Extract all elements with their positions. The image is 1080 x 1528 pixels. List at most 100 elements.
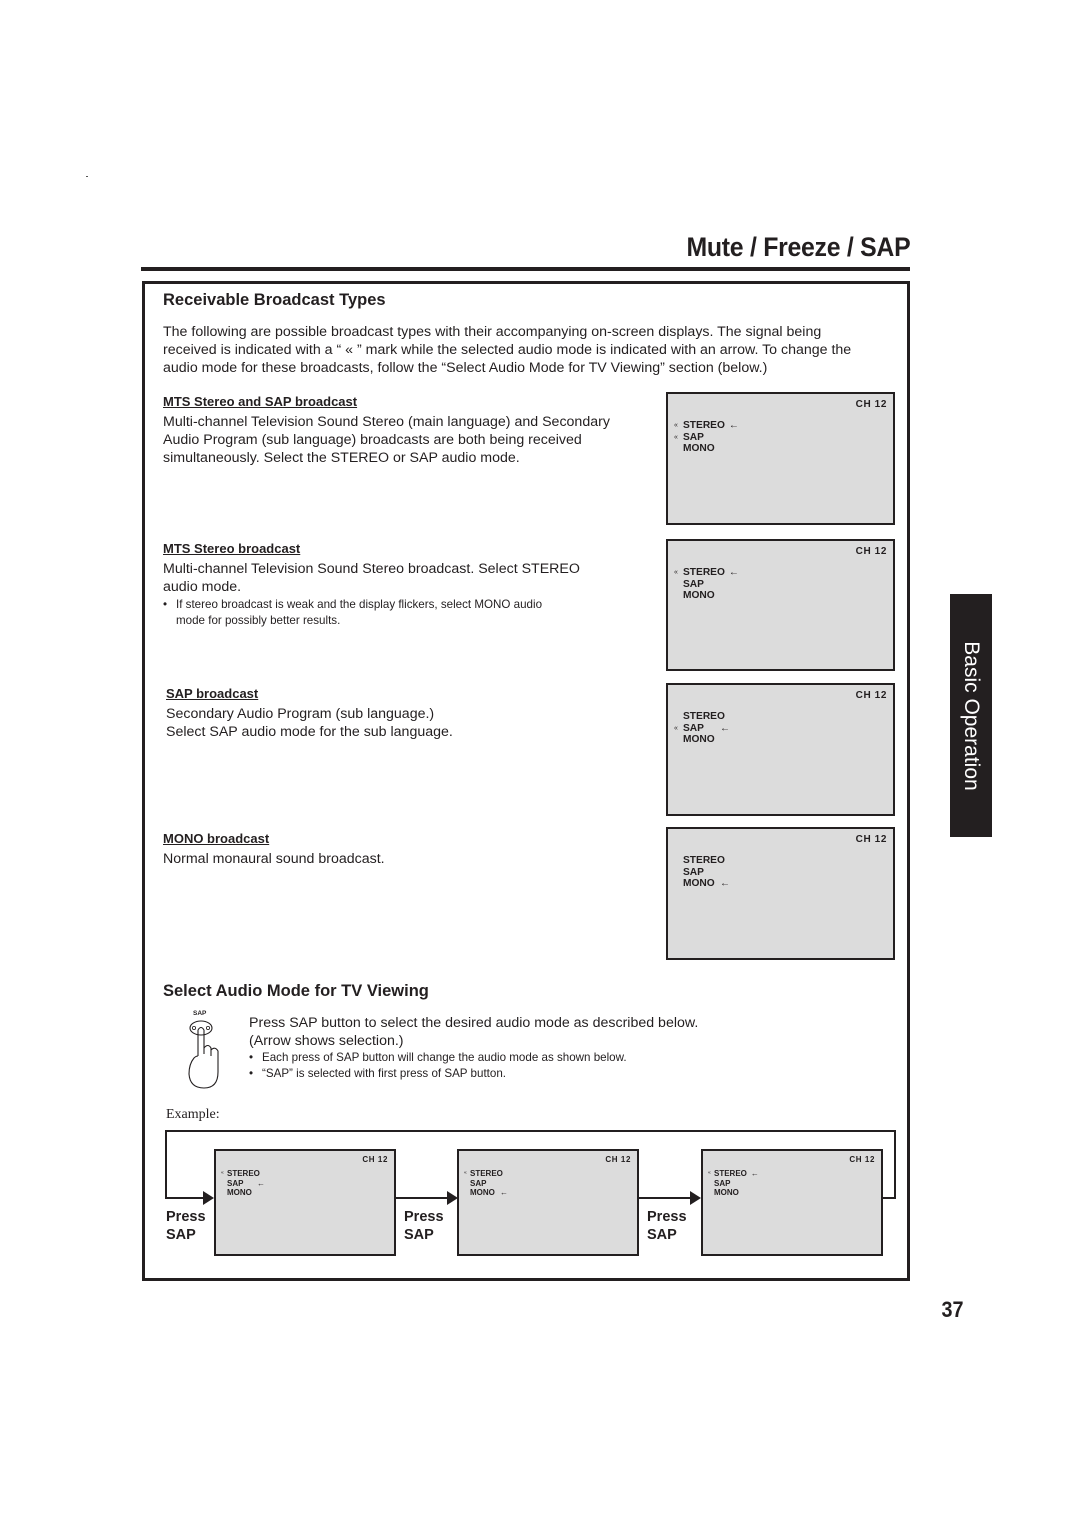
press-sap-label: Press SAP: [404, 1208, 444, 1244]
selection-arrow-icon: ←: [257, 1178, 265, 1188]
audio-mode-label: STEREO: [714, 1169, 747, 1178]
audio-mode-label: MONO: [683, 443, 715, 455]
osd-display: CH 12 « STEREO ← SAP MONO: [666, 539, 895, 671]
section-line: Normal monaural sound broadcast.: [163, 851, 385, 867]
osd-display: CH 12 STEREO « SAP ← MONO: [666, 683, 895, 816]
section-title: MONO broadcast: [163, 831, 270, 846]
audio-mode-label: SAP: [227, 1178, 244, 1188]
select-mode-heading: Select Audio Mode for TV Viewing: [163, 982, 429, 1000]
audio-mode-mono: MONO: [674, 443, 739, 455]
audio-mode-label: MONO: [683, 734, 715, 746]
audio-mode-sap: SAP: [674, 867, 730, 879]
audio-mode-stereo: «STEREO: [221, 1169, 265, 1179]
press-word: Press: [647, 1209, 687, 1225]
audio-mode-label: STEREO: [683, 420, 725, 431]
selection-arrow-icon: ←: [728, 420, 739, 431]
audio-mode-label: STEREO: [227, 1169, 260, 1178]
audio-mode-label: SAP: [683, 431, 704, 443]
section-title: MTS Stereo and SAP broadcast: [163, 394, 358, 409]
section-text: Secondary Audio Program (sub language.) …: [166, 705, 453, 741]
audio-mode-sap: SAP: [464, 1179, 508, 1189]
section-tab-label: Basic Operation: [960, 640, 983, 791]
audio-mode-sap: « SAP ←: [674, 723, 730, 735]
audio-mode-stereo: «STEREO: [464, 1169, 508, 1179]
audio-mode-label: SAP: [683, 866, 704, 878]
sap-word: SAP: [647, 1227, 677, 1243]
section-note: If stereo broadcast is weak and the disp…: [163, 597, 580, 629]
audio-mode-label: MONO: [227, 1188, 252, 1198]
audio-mode-list: «STEREO SAP MONO ←: [464, 1169, 508, 1198]
audio-mode-list: STEREO SAP MONO ←: [674, 855, 730, 890]
audio-mode-mono: MONO: [221, 1188, 265, 1198]
audio-mode-mono: MONO: [674, 590, 739, 602]
selection-arrow-icon: ←: [500, 1188, 508, 1198]
channel-indicator: CH 12: [362, 1155, 388, 1164]
broadcast-section: MTS Stereo broadcast Multi-channel Telev…: [163, 541, 580, 629]
press-sap-label: Press SAP: [647, 1208, 687, 1244]
sap-word: SAP: [166, 1227, 196, 1243]
audio-mode-list: «STEREO SAP ← MONO: [221, 1169, 265, 1198]
selection-arrow-icon: ←: [728, 567, 739, 578]
note-line: If stereo broadcast is weak and the disp…: [176, 598, 543, 611]
audio-mode-label: STEREO: [683, 567, 725, 578]
loop-line-right: [894, 1130, 896, 1199]
hand-icon: [188, 1020, 219, 1089]
audio-mode-label: STEREO: [470, 1169, 503, 1178]
broadcast-section: MONO broadcast Normal monaural sound bro…: [163, 831, 385, 868]
flow-line: [396, 1197, 448, 1199]
instruction-bullet: “SAP” is selected with first press of SA…: [249, 1066, 698, 1082]
intro-line: received is indicated with a “ « ” mark …: [163, 342, 852, 358]
page-number: 37: [940, 1297, 963, 1322]
audio-mode-mono: MONO: [674, 734, 730, 746]
broadcast-section: MTS Stereo and SAP broadcast Multi-chann…: [163, 394, 610, 467]
loop-line-top: [165, 1130, 896, 1132]
page-title: Mute / Freeze / SAP: [686, 232, 910, 262]
section-line: Multi-channel Television Sound Stereo (m…: [163, 414, 610, 430]
section-line: Audio Program (sub language) broadcasts …: [163, 432, 582, 448]
flow-line: [639, 1197, 691, 1199]
example-label: Example:: [166, 1107, 220, 1122]
instruction-bullet: Each press of SAP button will change the…: [249, 1050, 698, 1066]
osd-display: CH 12 « STEREO ← « SAP MONO: [666, 392, 895, 525]
section-tab: Basic Operation: [950, 594, 992, 837]
audio-mode-label: MONO: [683, 590, 715, 602]
osd-display: CH 12 STEREO SAP MONO ←: [666, 827, 895, 960]
select-mode-text: Press SAP button to select the desired a…: [249, 1014, 698, 1082]
signal-icon: «: [674, 422, 678, 429]
audio-mode-label: SAP: [683, 578, 704, 590]
example-osd-step: CH 12 «STEREO ← SAP MONO: [701, 1149, 883, 1256]
audio-mode-list: «STEREO ← SAP MONO: [708, 1169, 759, 1198]
signal-icon: «: [674, 724, 678, 732]
audio-mode-label: STEREO: [683, 855, 725, 866]
audio-mode-label: MONO: [683, 878, 715, 890]
press-word: Press: [166, 1209, 206, 1225]
audio-mode-label: SAP: [714, 1178, 731, 1188]
section-line: Secondary Audio Program (sub language.): [166, 706, 435, 722]
audio-mode-sap: SAP: [708, 1179, 759, 1189]
section-title: SAP broadcast: [166, 686, 259, 701]
audio-mode-stereo: «STEREO ←: [708, 1169, 759, 1179]
receivable-heading: Receivable Broadcast Types: [163, 291, 386, 309]
audio-mode-list: « STEREO ← SAP MONO: [674, 567, 739, 602]
audio-mode-label: STEREO: [683, 711, 725, 722]
section-line: audio mode.: [163, 579, 242, 595]
intro-line: audio mode for these broadcasts, follow …: [163, 360, 768, 376]
section-line: simultaneously. Select the STEREO or SAP…: [163, 450, 520, 466]
note-line: mode for possibly better results.: [176, 614, 341, 627]
intro-line: The following are possible broadcast typ…: [163, 324, 822, 340]
audio-mode-sap: « SAP: [674, 432, 739, 444]
signal-icon: «: [674, 569, 678, 576]
channel-indicator: CH 12: [849, 1155, 875, 1164]
audio-mode-list: « STEREO ← « SAP MONO: [674, 420, 739, 455]
channel-indicator: CH 12: [855, 690, 887, 701]
audio-mode-list: STEREO « SAP ← MONO: [674, 711, 730, 746]
flow-arrow-icon: [203, 1191, 214, 1205]
channel-indicator: CH 12: [605, 1155, 631, 1164]
selection-arrow-icon: ←: [720, 878, 730, 890]
audio-mode-label: MONO: [470, 1188, 495, 1198]
section-title: MTS Stereo broadcast: [163, 541, 301, 556]
flow-arrow-icon: [690, 1191, 701, 1205]
title-rule: [141, 267, 910, 271]
section-line: Select SAP audio mode for the sub langua…: [166, 724, 453, 740]
signal-icon: «: [674, 433, 678, 441]
